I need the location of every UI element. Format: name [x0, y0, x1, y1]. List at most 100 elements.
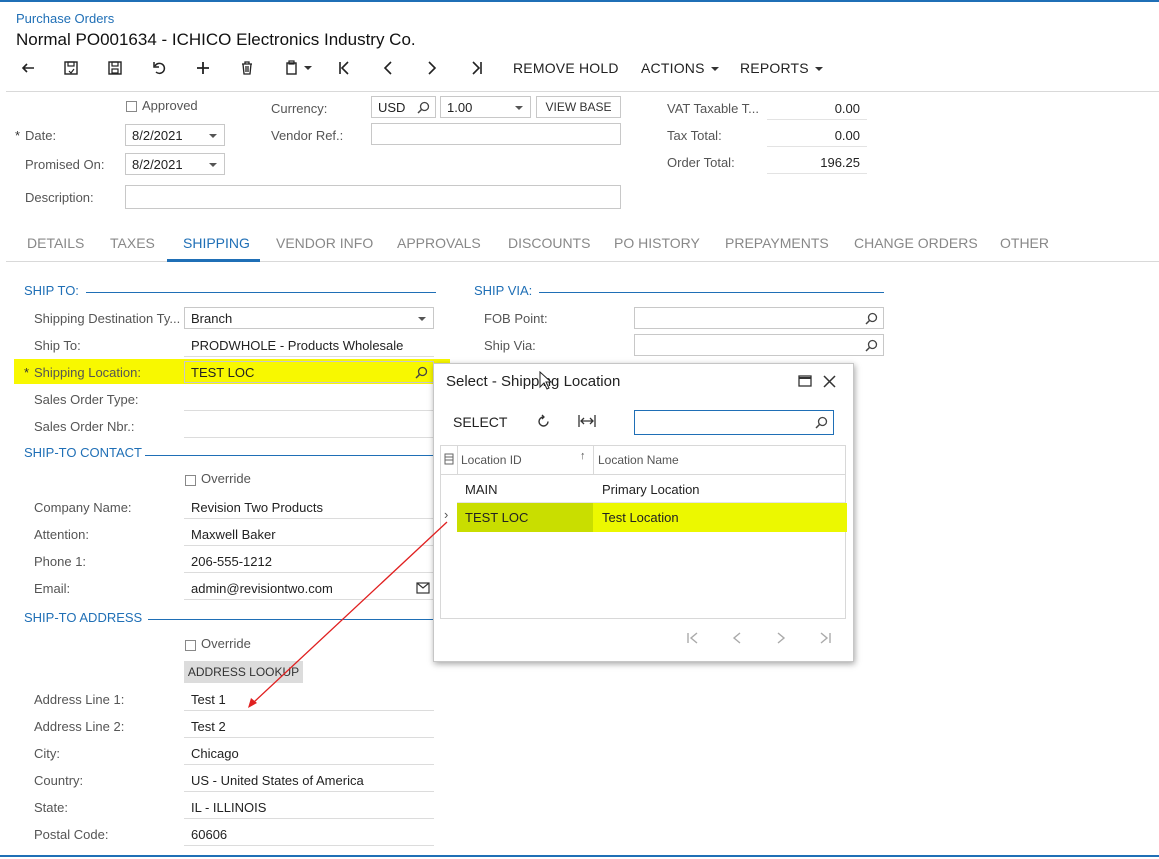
search-icon[interactable] [417, 101, 430, 114]
table-row-selected[interactable]: TEST LOC Test Location [457, 503, 847, 532]
save-icon[interactable] [102, 57, 128, 79]
actions-menu[interactable]: ACTIONS [641, 60, 719, 76]
next-page-icon[interactable] [775, 632, 787, 644]
ship-to-value[interactable]: PRODWHOLE - Products Wholesale [191, 338, 403, 353]
vendor-ref-field[interactable] [371, 123, 621, 145]
back-icon[interactable] [15, 57, 41, 79]
tab-change-orders[interactable]: CHANGE ORDERS [854, 235, 978, 251]
tab-vendor-info[interactable]: VENDOR INFO [276, 235, 373, 251]
city-value[interactable]: Chicago [191, 746, 239, 761]
address-lookup-button[interactable]: ADDRESS LOOKUP [184, 661, 303, 683]
approved-label: Approved [142, 98, 198, 113]
bottom-accent-bar [0, 855, 1159, 857]
rate-field[interactable]: 1.00 [440, 96, 531, 118]
fob-field[interactable] [634, 307, 884, 329]
currency-value: USD [378, 100, 406, 115]
delete-icon[interactable] [234, 57, 260, 79]
date-value: 8/2/2021 [132, 128, 183, 143]
shipping-location-value: TEST LOC [191, 365, 255, 380]
copy-paste-icon[interactable] [278, 57, 318, 79]
prev-page-icon[interactable] [731, 632, 743, 644]
required-marker: * [15, 128, 21, 143]
tab-taxes[interactable]: TAXES [110, 235, 155, 251]
ship-via-section-title: SHIP VIA: [474, 283, 533, 298]
view-base-button[interactable]: VIEW BASE [536, 96, 621, 118]
country-value[interactable]: US - United States of America [191, 773, 364, 788]
column-config-icon[interactable] [444, 453, 454, 465]
remove-hold-button[interactable]: REMOVE HOLD [513, 60, 619, 76]
tab-po-history[interactable]: PO HISTORY [614, 235, 700, 251]
company-value[interactable]: Revision Two Products [191, 500, 323, 515]
mouse-cursor-icon [539, 371, 553, 390]
chevron-down-icon [710, 67, 719, 72]
chevron-right-icon: › [444, 507, 449, 522]
divider [184, 764, 434, 765]
dialog-search-input[interactable] [634, 410, 834, 435]
address-override-checkbox[interactable] [185, 640, 196, 651]
maximize-icon[interactable] [798, 375, 812, 387]
last-page-icon[interactable] [818, 632, 832, 644]
breadcrumb[interactable]: Purchase Orders [16, 11, 114, 26]
ship-to-section-title: SHIP TO: [24, 283, 79, 298]
select-button[interactable]: SELECT [453, 414, 507, 430]
tab-details[interactable]: DETAILS [27, 235, 84, 251]
currency-field[interactable]: USD [371, 96, 436, 118]
email-value[interactable]: admin@revisiontwo.com [191, 581, 333, 596]
tab-approvals[interactable]: APPROVALS [397, 235, 481, 251]
vendor-ref-label: Vendor Ref.: [271, 128, 344, 143]
tab-shipping[interactable]: SHIPPING [183, 235, 250, 251]
ship-to-label: Ship To: [34, 338, 81, 353]
table-row[interactable]: MAIN Primary Location [457, 475, 845, 503]
reports-menu[interactable]: REPORTS [740, 60, 823, 76]
state-value[interactable]: IL - ILLINOIS [191, 800, 266, 815]
date-field[interactable]: 8/2/2021 [125, 124, 225, 146]
promised-field[interactable]: 8/2/2021 [125, 153, 225, 175]
undo-icon[interactable] [146, 57, 172, 79]
dest-type-value: Branch [191, 311, 233, 326]
search-icon[interactable] [865, 339, 878, 352]
row-location-id: TEST LOC [465, 510, 529, 525]
tab-discounts[interactable]: DISCOUNTS [508, 235, 590, 251]
so-nbr-label: Sales Order Nbr.: [34, 419, 135, 434]
search-icon[interactable] [415, 366, 428, 379]
divider [184, 737, 434, 738]
first-page-icon[interactable] [686, 632, 700, 644]
last-record-icon[interactable] [464, 57, 490, 79]
divider [184, 356, 434, 357]
shipping-location-field[interactable]: TEST LOC [184, 361, 434, 383]
col-location-id[interactable]: Location ID [461, 453, 522, 467]
refresh-icon[interactable] [536, 414, 551, 429]
select-location-dialog: Select - Shipping Location SELECT Locati… [433, 363, 854, 662]
ship-via-field[interactable] [634, 334, 884, 356]
attention-value[interactable]: Maxwell Baker [191, 527, 276, 542]
dialog-title: Select - Shipping Location [446, 373, 621, 390]
tab-prepayments[interactable]: PREPAYMENTS [725, 235, 829, 251]
line2-value[interactable]: Test 2 [191, 719, 226, 734]
close-icon[interactable] [823, 375, 836, 388]
description-field[interactable] [125, 185, 621, 209]
first-record-icon[interactable] [331, 57, 357, 79]
phone-label: Phone 1: [34, 554, 87, 569]
approved-checkbox[interactable] [126, 101, 137, 112]
fob-label: FOB Point: [484, 311, 548, 326]
col-location-name[interactable]: Location Name [598, 453, 679, 467]
next-record-icon[interactable] [419, 57, 445, 79]
postal-value[interactable]: 60606 [191, 827, 227, 842]
tax-total-label: Tax Total: [667, 128, 722, 143]
search-icon[interactable] [815, 416, 828, 429]
section-divider [86, 292, 436, 293]
divider [457, 446, 458, 474]
phone-value[interactable]: 206-555-1212 [191, 554, 272, 569]
fit-columns-icon[interactable] [578, 414, 596, 428]
dest-type-select[interactable]: Branch [184, 307, 434, 329]
currency-label: Currency: [271, 101, 328, 116]
line1-value[interactable]: Test 1 [191, 692, 226, 707]
add-icon[interactable] [190, 57, 216, 79]
search-icon[interactable] [865, 312, 878, 325]
tab-other[interactable]: OTHER [1000, 235, 1049, 251]
company-label: Company Name: [34, 500, 132, 515]
mail-icon[interactable] [416, 582, 430, 594]
save-close-icon[interactable] [58, 57, 84, 79]
previous-record-icon[interactable] [375, 57, 401, 79]
contact-override-checkbox[interactable] [185, 475, 196, 486]
